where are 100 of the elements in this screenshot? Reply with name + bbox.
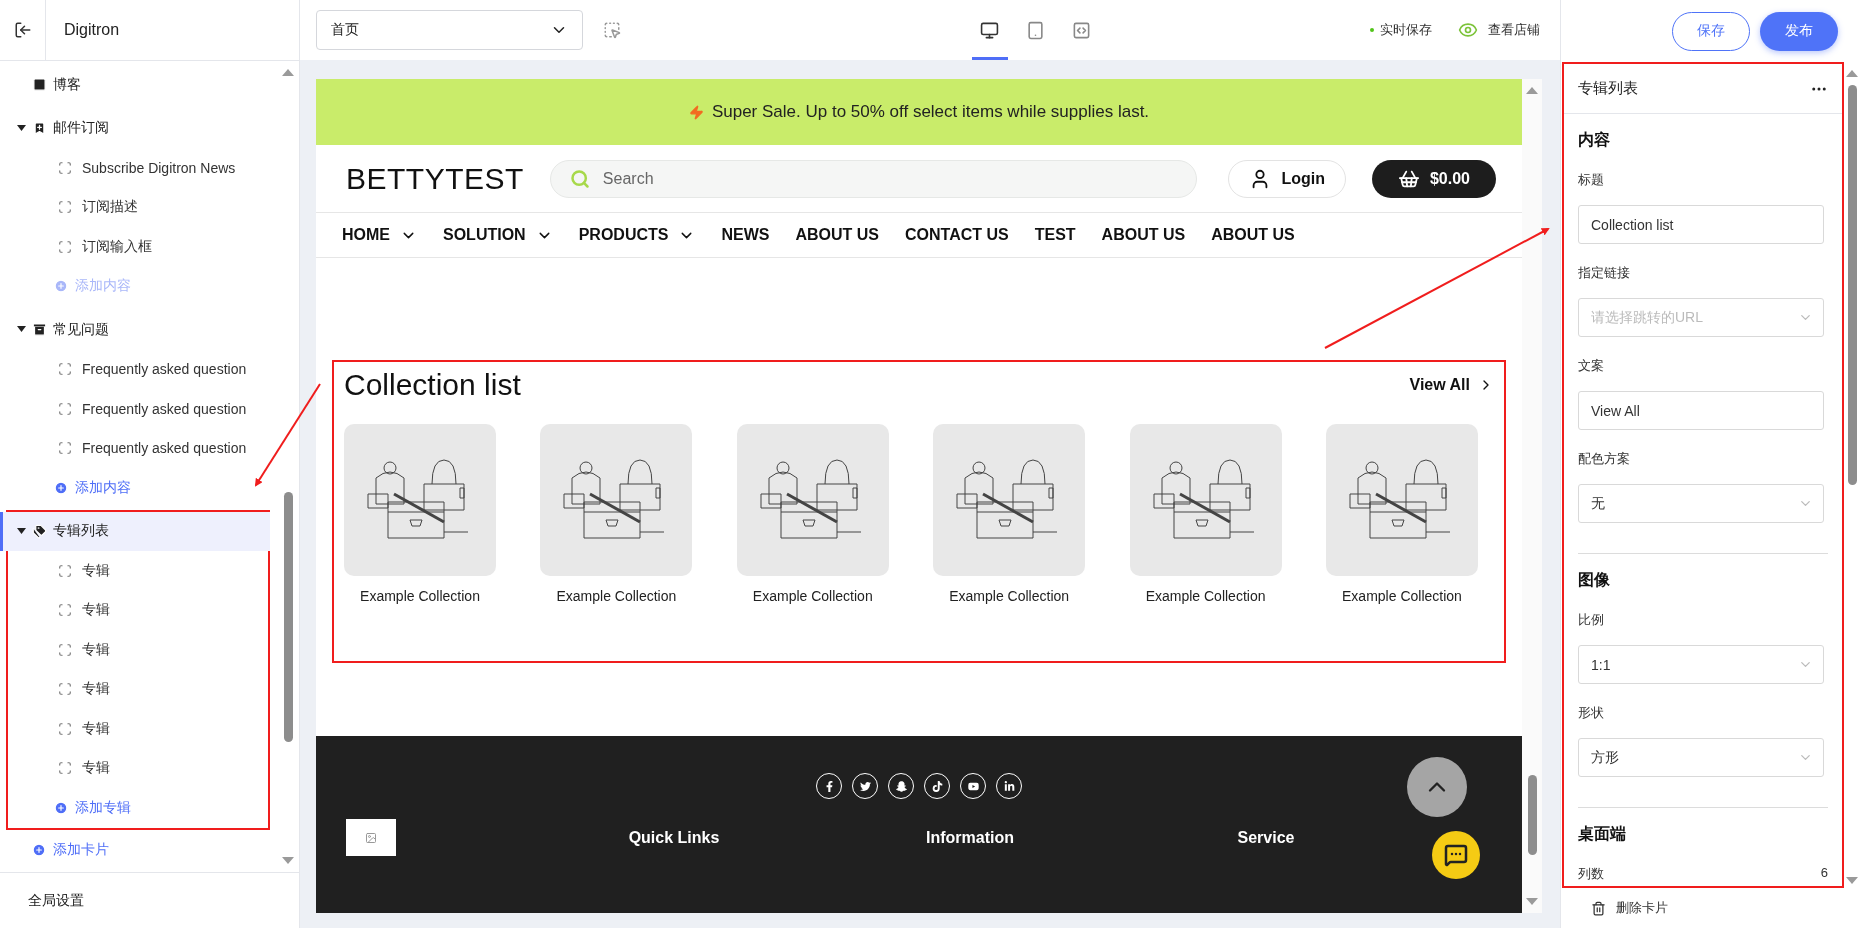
collection-image[interactable] — [540, 424, 693, 576]
bracket-corners-icon — [58, 200, 72, 215]
scrollbar-thumb[interactable] — [1527, 775, 1537, 855]
star-square-icon — [32, 77, 47, 93]
search-field[interactable]: Search — [549, 159, 1197, 198]
delete-card-button[interactable]: 删除卡片 — [1561, 888, 1860, 928]
tree-item[interactable]: 订阅描述 — [8, 187, 268, 227]
bracket-corners-icon — [58, 642, 72, 657]
select-field[interactable]: 方形 — [1578, 738, 1824, 777]
tree-item[interactable]: 专辑 — [8, 748, 268, 788]
bracket-corners-icon — [58, 682, 72, 697]
tree-node[interactable]: 专辑列表 — [0, 511, 270, 551]
section-title: Collection list — [344, 368, 521, 402]
nav-link[interactable]: ABOUT US — [1211, 226, 1295, 244]
collection-image[interactable] — [736, 424, 889, 576]
page-select[interactable]: 首页 — [316, 10, 583, 50]
nav-link[interactable]: HOME — [342, 226, 417, 244]
add-card-button[interactable]: 添加卡片 — [8, 829, 109, 870]
tree-item[interactable]: 专辑 — [8, 630, 268, 670]
view-all-link[interactable]: View All — [1409, 376, 1494, 394]
section-heading: 内容 — [1578, 130, 1611, 150]
plus-circle-icon — [32, 842, 46, 857]
tree-item[interactable]: 专辑 — [8, 551, 268, 591]
bracket-corners-icon — [58, 239, 72, 254]
select-field[interactable]: 无 — [1578, 484, 1824, 523]
bracket-corners-icon — [58, 761, 72, 776]
tree-item[interactable]: 专辑 — [8, 709, 268, 749]
field-label: 文案 — [1578, 357, 1605, 375]
view-store-link[interactable]: 查看店铺 — [1458, 20, 1540, 40]
tree-item[interactable]: 专辑 — [8, 669, 268, 709]
field-value: 6 — [1820, 865, 1828, 882]
tree-node[interactable]: 博客 — [0, 65, 270, 105]
youtube-icon — [967, 780, 979, 792]
trash-icon — [1591, 900, 1606, 916]
footer-heading: Quick Links — [627, 828, 721, 847]
plus-circle-icon — [54, 800, 68, 815]
select-tool-button[interactable] — [603, 21, 621, 39]
field-label: 标题 — [1578, 171, 1605, 189]
collection-image[interactable] — [344, 424, 496, 576]
scrollbar-thumb[interactable] — [283, 492, 293, 742]
tree-node[interactable]: 常见问题 — [0, 310, 270, 350]
footer-heading: Information — [925, 828, 1015, 847]
collection-caption: Example Collection — [1341, 588, 1463, 604]
scroll-down-icon[interactable] — [1846, 877, 1858, 884]
nav-link[interactable]: SOLUTION — [443, 226, 553, 244]
nav-link[interactable]: ABOUT US — [795, 226, 879, 244]
field-label: 比例 — [1578, 611, 1605, 629]
input-field[interactable]: Collection list — [1578, 205, 1824, 244]
plus-circle-icon — [54, 279, 68, 294]
save-button[interactable]: 保存 — [1672, 11, 1750, 51]
field-label: 列数 — [1578, 865, 1604, 883]
nav-link[interactable]: ABOUT US — [1101, 226, 1186, 244]
linkedin-icon — [1003, 780, 1015, 792]
field-label: 配色方案 — [1578, 450, 1631, 468]
collection-image[interactable] — [1129, 424, 1282, 576]
collection-image[interactable] — [1325, 424, 1478, 576]
store-logo[interactable]: BETTYTEST — [346, 161, 524, 196]
panel-title: 专辑列表 — [1578, 79, 1638, 98]
login-button[interactable]: Login — [1228, 159, 1346, 198]
drawer-icon — [32, 322, 47, 338]
tablet-icon — [1026, 20, 1045, 40]
collection-caption: Example Collection — [1144, 588, 1267, 604]
tree-item[interactable]: 订阅输入框 — [8, 227, 268, 267]
bracket-corners-icon — [58, 160, 72, 175]
section-heading: 桌面端 — [1578, 824, 1627, 844]
scroll-down-icon[interactable] — [1526, 898, 1538, 905]
cart-button[interactable]: $0.00 — [1372, 159, 1496, 198]
publish-button[interactable]: 发布 — [1760, 11, 1838, 51]
bracket-corners-icon — [58, 401, 72, 416]
bracket-corners-icon — [58, 721, 72, 736]
tree-item[interactable]: Frequently asked question — [8, 389, 268, 429]
add-content-button[interactable]: 添加专辑 — [8, 788, 131, 828]
announcement-text: Super Sale. Up to 50% off select items while supplies last. — [711, 102, 1150, 122]
site-name: Digitron — [64, 21, 120, 39]
scrollbar-thumb[interactable] — [1847, 85, 1857, 485]
select-field[interactable]: 1:1 — [1578, 645, 1824, 684]
scroll-up-icon[interactable] — [1846, 70, 1858, 77]
tree-item[interactable]: Subscribe Digitron News — [8, 148, 268, 188]
lightning-icon — [688, 104, 704, 120]
collection-image[interactable] — [933, 424, 1086, 576]
nav-link[interactable]: NEWS — [721, 226, 770, 244]
tiktok-icon — [931, 780, 943, 792]
tree-node[interactable]: 邮件订阅 — [0, 108, 270, 148]
caret-down-icon[interactable] — [16, 527, 26, 535]
caret-down-icon[interactable] — [16, 124, 26, 132]
nav-link[interactable]: PRODUCTS — [578, 226, 696, 244]
input-field[interactable]: View All — [1578, 391, 1824, 430]
tree-item[interactable]: 专辑 — [8, 590, 268, 630]
bracket-corners-icon — [58, 603, 72, 618]
nav-link[interactable]: TEST — [1034, 226, 1076, 244]
snapchat-icon — [895, 780, 907, 792]
twitter-icon — [859, 780, 871, 792]
nav-link[interactable]: CONTACT US — [905, 226, 1009, 244]
scroll-up-icon[interactable] — [1526, 87, 1538, 94]
add-content-button[interactable]: 添加内容 — [8, 468, 131, 508]
tree-item[interactable]: Frequently asked question — [8, 349, 268, 389]
tree-item[interactable]: Frequently asked question — [8, 428, 268, 468]
caret-down-icon[interactable] — [16, 326, 26, 334]
collection-caption: Example Collection — [555, 588, 678, 604]
autosave-status: 实时保存 — [1370, 21, 1432, 39]
